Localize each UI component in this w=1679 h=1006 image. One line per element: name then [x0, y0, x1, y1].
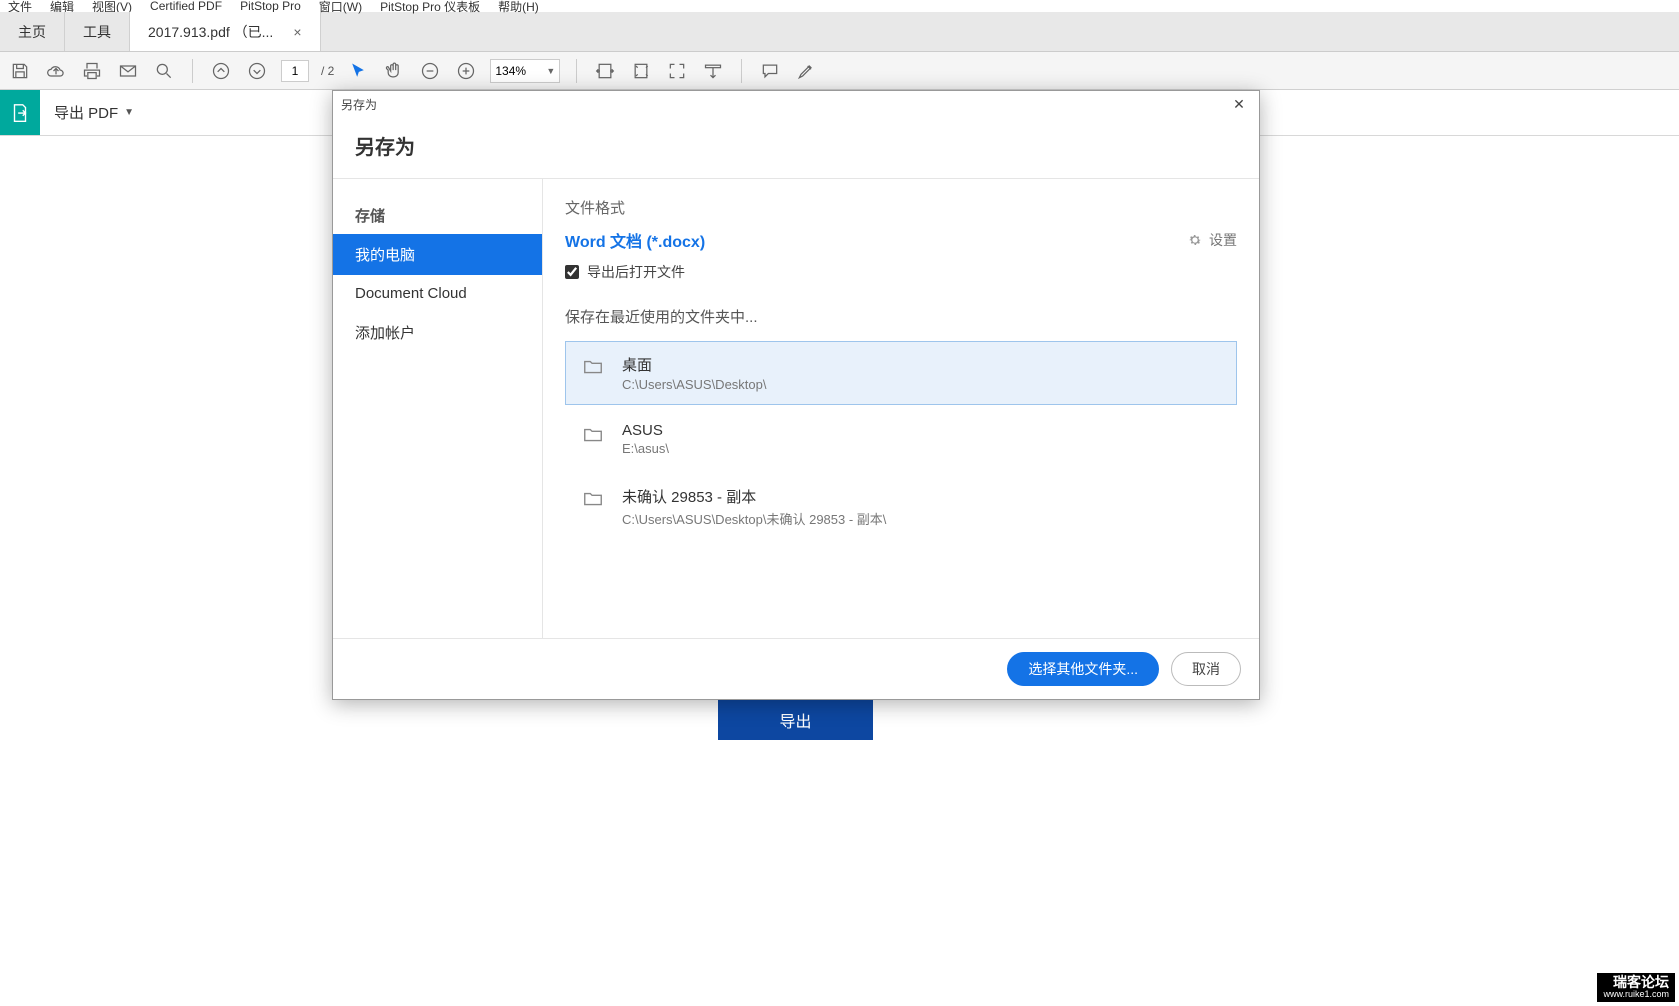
gear-icon: [1187, 232, 1203, 248]
comment-icon[interactable]: [758, 59, 782, 83]
folder-icon: [580, 486, 606, 515]
tab-document[interactable]: 2017.913.pdf （已... ×: [130, 12, 321, 51]
cancel-button[interactable]: 取消: [1171, 652, 1241, 686]
zoom-in-icon[interactable]: [454, 59, 478, 83]
choose-other-folder-button[interactable]: 选择其他文件夹...: [1007, 652, 1159, 686]
watermark-main: 瑞客论坛: [1613, 974, 1669, 990]
folder-name: 桌面: [622, 354, 767, 375]
recent-folders-label: 保存在最近使用的文件夹中...: [565, 306, 1237, 327]
fullscreen-icon[interactable]: [665, 59, 689, 83]
folder-name: ASUS: [622, 422, 669, 439]
tab-home[interactable]: 主页: [0, 12, 65, 51]
dialog-body: 存储 我的电脑 Document Cloud 添加帐户 文件格式 Word 文档…: [333, 178, 1259, 639]
dialog-sidebar: 存储 我的电脑 Document Cloud 添加帐户: [333, 179, 543, 638]
file-format-label: 文件格式: [565, 197, 1237, 218]
chevron-down-icon: ▼: [124, 107, 134, 118]
folder-path: E:\asus\: [622, 441, 669, 456]
selection-tool-icon[interactable]: [346, 59, 370, 83]
page-total-label: / 2: [321, 64, 334, 78]
dialog-titlebar-text: 另存为: [341, 96, 377, 113]
zoom-out-icon[interactable]: [418, 59, 442, 83]
settings-button[interactable]: 设置: [1187, 230, 1237, 250]
folder-path: C:\Users\ASUS\Desktop\未确认 29853 - 副本\: [622, 509, 886, 528]
folder-icon: [580, 422, 606, 451]
menu-window[interactable]: 窗口(W): [319, 0, 362, 15]
read-mode-icon[interactable]: [701, 59, 725, 83]
separator: [576, 59, 577, 83]
export-pdf-dropdown[interactable]: 导出 PDF ▼: [40, 90, 148, 135]
tab-tools[interactable]: 工具: [65, 12, 130, 51]
page-up-icon[interactable]: [209, 59, 233, 83]
save-as-dialog: 另存为 ✕ 另存为 存储 我的电脑 Document Cloud 添加帐户 文件…: [332, 90, 1260, 700]
zoom-select[interactable]: 134% ▼: [490, 59, 560, 83]
folder-item-asus[interactable]: ASUS E:\asus\: [565, 409, 1237, 469]
watermark-sub: www.ruike1.com: [1603, 990, 1669, 1000]
sidebar-section-storage: 存储: [333, 197, 542, 234]
fit-page-icon[interactable]: [629, 59, 653, 83]
chevron-down-icon: ▼: [546, 66, 555, 76]
dialog-main: 文件格式 Word 文档 (*.docx) 设置 导出后打开文件 保存在最近使用…: [543, 179, 1259, 638]
toolbar: / 2 134% ▼: [0, 52, 1679, 90]
hand-tool-icon[interactable]: [382, 59, 406, 83]
sidebar-item-add-account[interactable]: 添加帐户: [333, 312, 542, 353]
folder-path: C:\Users\ASUS\Desktop\: [622, 377, 767, 392]
cloud-upload-icon[interactable]: [44, 59, 68, 83]
menubar: 文件 编辑 视图(V) Certified PDF PitStop Pro 窗口…: [0, 0, 1679, 12]
print-icon[interactable]: [80, 59, 104, 83]
folder-icon: [580, 354, 606, 383]
watermark: 瑞客论坛 www.ruike1.com: [1597, 973, 1675, 1002]
separator: [741, 59, 742, 83]
folder-item-desktop[interactable]: 桌面 C:\Users\ASUS\Desktop\: [565, 341, 1237, 405]
sidebar-item-my-computer[interactable]: 我的电脑: [333, 234, 542, 275]
save-icon[interactable]: [8, 59, 32, 83]
tabbar: 主页 工具 2017.913.pdf （已... ×: [0, 12, 1679, 52]
export-pdf-icon[interactable]: [0, 90, 40, 135]
sidebar-item-document-cloud[interactable]: Document Cloud: [333, 275, 542, 312]
fit-width-icon[interactable]: [593, 59, 617, 83]
open-after-label: 导出后打开文件: [587, 262, 685, 282]
highlight-icon[interactable]: [794, 59, 818, 83]
open-after-export-checkbox[interactable]: 导出后打开文件: [565, 262, 1237, 282]
page-down-icon[interactable]: [245, 59, 269, 83]
settings-label: 设置: [1209, 230, 1237, 250]
folder-name: 未确认 29853 - 副本: [622, 486, 886, 507]
close-icon[interactable]: ✕: [1227, 94, 1251, 114]
separator: [192, 59, 193, 83]
dialog-title: 另存为: [333, 117, 1259, 178]
file-format-value[interactable]: Word 文档 (*.docx): [565, 228, 705, 252]
tab-close-icon[interactable]: ×: [293, 24, 301, 40]
export-pdf-label: 导出 PDF: [54, 102, 118, 123]
tab-document-label: 2017.913.pdf （已...: [148, 22, 273, 42]
menu-pitstop-dashboard[interactable]: PitStop Pro 仪表板: [380, 0, 480, 15]
search-icon[interactable]: [152, 59, 176, 83]
menu-help[interactable]: 帮助(H): [498, 0, 539, 15]
open-after-checkbox-input[interactable]: [565, 265, 579, 279]
dialog-titlebar: 另存为 ✕: [333, 91, 1259, 117]
folder-item-unconfirmed[interactable]: 未确认 29853 - 副本 C:\Users\ASUS\Desktop\未确认…: [565, 473, 1237, 541]
dialog-footer: 选择其他文件夹... 取消: [333, 639, 1259, 699]
zoom-value: 134%: [495, 64, 526, 78]
page-number-input[interactable]: [281, 60, 309, 82]
export-button[interactable]: 导出: [718, 700, 873, 740]
mail-icon[interactable]: [116, 59, 140, 83]
